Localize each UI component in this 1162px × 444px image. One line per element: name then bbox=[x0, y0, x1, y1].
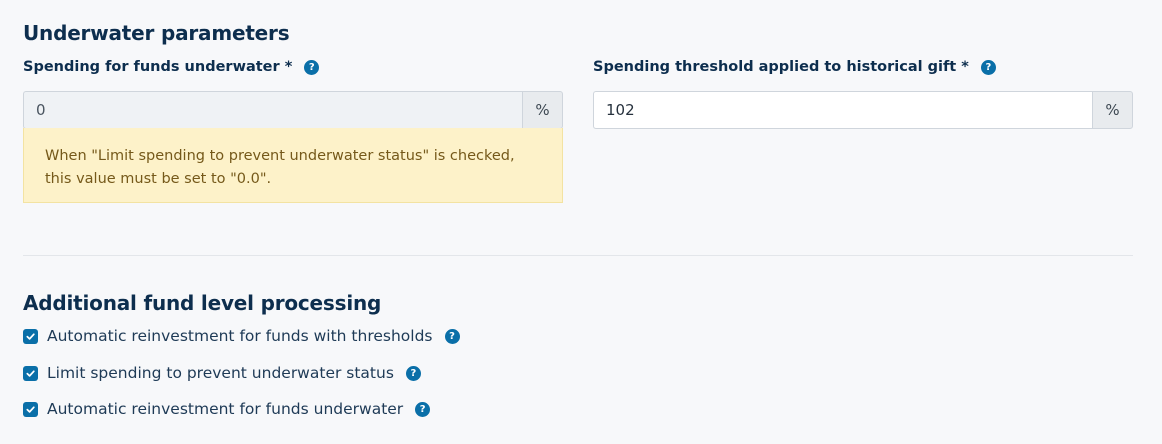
help-icon[interactable]: ? bbox=[980, 59, 996, 75]
spending-underwater-label-row: Spending for funds underwater * ? bbox=[23, 59, 320, 75]
threshold-label-row: Spending threshold applied to historical… bbox=[593, 59, 996, 75]
warning-line-1: When "Limit spending to prevent underwat… bbox=[45, 148, 515, 164]
option-label: Automatic reinvestment for funds underwa… bbox=[47, 400, 404, 418]
help-icon[interactable]: ? bbox=[415, 401, 431, 417]
threshold-input[interactable] bbox=[593, 91, 1092, 129]
warning-line-2: this value must be set to "0.0". bbox=[45, 171, 272, 187]
threshold-label: Spending threshold applied to historical… bbox=[593, 59, 969, 75]
option-reinvest-thresholds[interactable]: Automatic reinvestment for funds with th… bbox=[23, 327, 460, 345]
help-icon[interactable]: ? bbox=[444, 328, 460, 344]
warning-message: When "Limit spending to prevent underwat… bbox=[23, 128, 563, 203]
option-label: Limit spending to prevent underwater sta… bbox=[47, 364, 394, 382]
section-divider bbox=[23, 255, 1133, 256]
option-reinvest-underwater[interactable]: Automatic reinvestment for funds underwa… bbox=[23, 400, 431, 418]
help-icon[interactable]: ? bbox=[405, 365, 421, 381]
checkmark-icon[interactable] bbox=[23, 328, 38, 344]
option-label: Automatic reinvestment for funds with th… bbox=[47, 327, 433, 345]
percent-addon: % bbox=[1092, 91, 1133, 129]
option-limit-spending[interactable]: Limit spending to prevent underwater sta… bbox=[23, 364, 421, 382]
help-icon[interactable]: ? bbox=[304, 59, 320, 75]
section-title-underwater-parameters: Underwater parameters bbox=[23, 21, 290, 45]
spending-underwater-label: Spending for funds underwater * bbox=[23, 59, 293, 75]
spending-underwater-input[interactable] bbox=[23, 91, 522, 129]
spending-underwater-input-group: % bbox=[23, 91, 563, 129]
section-title-additional-processing: Additional fund level processing bbox=[23, 291, 382, 315]
percent-addon: % bbox=[522, 91, 563, 129]
checkmark-icon[interactable] bbox=[23, 401, 38, 417]
checkmark-icon[interactable] bbox=[23, 365, 38, 381]
threshold-input-group: % bbox=[593, 91, 1133, 129]
